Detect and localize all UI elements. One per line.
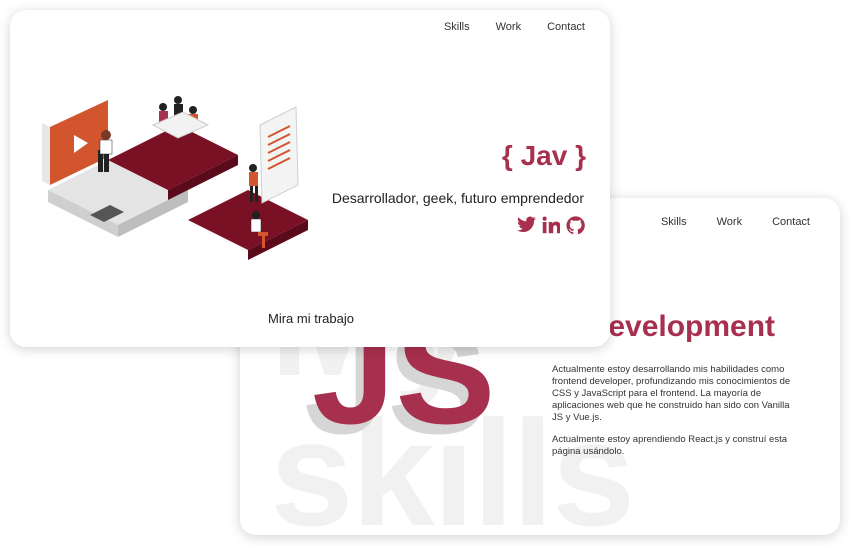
skills-nav: Skills Work Contact	[631, 216, 810, 228]
social-links	[517, 216, 585, 235]
home-nav: Skills Work Contact	[418, 21, 585, 33]
paragraph: Actualmente estoy aprendiendo React.js y…	[552, 434, 787, 457]
puzzle-team-illustration	[42, 96, 308, 260]
github-icon[interactable]	[566, 216, 585, 235]
tagline: Desarrollador, geek, futuro emprendedor	[331, 190, 584, 206]
home-page-preview: Skills Work Contact {Jav} Desarrollado…	[10, 10, 610, 347]
nav-contact-link[interactable]: Contact	[547, 21, 585, 33]
nav-contact-link[interactable]: Contact	[772, 216, 810, 228]
skills-description: Actualmente estoy desarrollando mis habi…	[552, 364, 796, 468]
section-title: development	[590, 310, 776, 343]
nav-work-link[interactable]: Work	[496, 21, 521, 33]
see-my-work-link[interactable]: Mira mi trabajo	[268, 311, 354, 326]
twitter-icon[interactable]	[517, 216, 536, 233]
nav-skills-link[interactable]: Skills	[661, 216, 687, 228]
linkedin-icon[interactable]	[542, 216, 560, 234]
nav-skills-link[interactable]: Skills	[444, 21, 470, 33]
paragraph: Actualmente estoy desarrollando mis habi…	[552, 364, 791, 423]
nav-work-link[interactable]: Work	[717, 216, 742, 228]
brand-logo: { Jav }	[501, 140, 586, 171]
